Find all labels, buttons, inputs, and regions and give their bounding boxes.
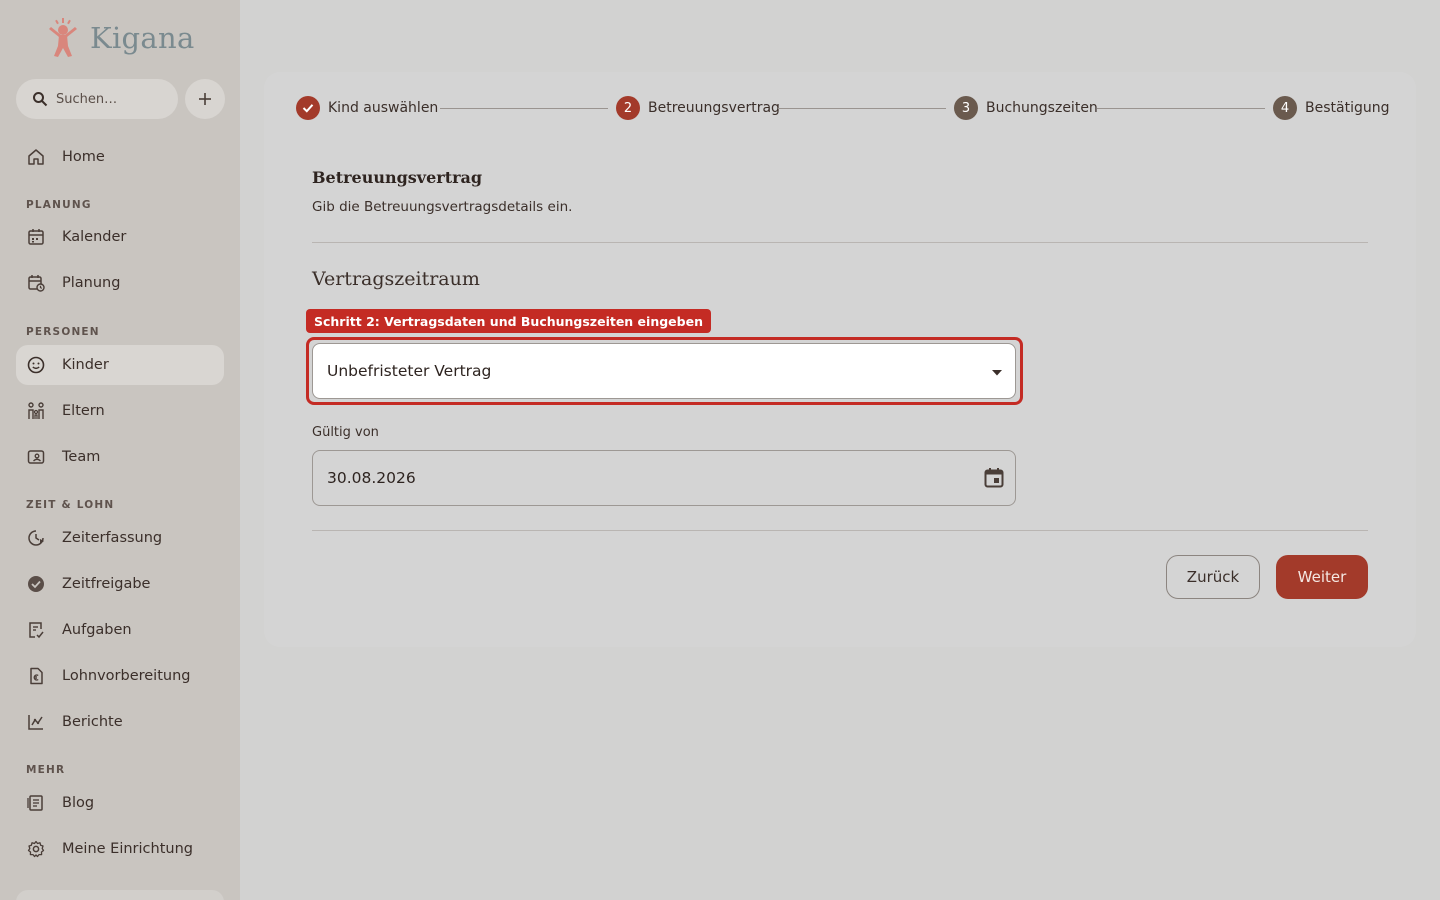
back-button[interactable]: Zurück	[1166, 555, 1260, 599]
sidebar-item-home[interactable]: Home	[16, 137, 224, 177]
search-icon	[33, 92, 48, 107]
next-button[interactable]: Weiter	[1276, 555, 1368, 599]
guide-hint-badge: Schritt 2: Vertragsdaten und Buchungszei…	[306, 309, 711, 333]
contract-wizard-card: Kind auswählen 2 Betreuungsvertrag 3 Buc…	[264, 72, 1416, 647]
sidebar-item-berichte[interactable]: Berichte	[16, 702, 224, 742]
step-label: Buchungszeiten	[986, 100, 1098, 116]
article-icon	[26, 793, 46, 813]
step-number: 2	[616, 96, 640, 120]
valid-from-label: Gültig von	[312, 425, 389, 440]
check-circle-icon	[26, 574, 46, 594]
divider	[312, 242, 1368, 243]
form-title: Betreuungsvertrag	[312, 168, 483, 187]
sidebar-item-kinder[interactable]: Kinder	[16, 345, 224, 385]
sidebar-item-label: Blog	[62, 795, 95, 811]
sidebar-item-label: Kinder	[62, 357, 109, 373]
section-title: Vertragszeitraum	[312, 268, 480, 290]
sidebar-item-label: Aufgaben	[62, 622, 132, 638]
sidebar-item-label: Zeiterfassung	[62, 530, 163, 546]
form-subtitle: Gib die Betreuungsvertragsdetails ein.	[312, 199, 573, 215]
calendar-icon[interactable]	[983, 467, 1005, 489]
divider	[312, 530, 1368, 531]
home-icon	[26, 147, 46, 167]
sidebar-item-planung[interactable]: Planung	[16, 263, 224, 303]
calendar-clock-icon	[26, 273, 46, 293]
step-bestaetigung[interactable]: 4 Bestätigung	[1273, 96, 1389, 120]
sidebar-user-card[interactable]	[16, 890, 224, 900]
family-icon	[26, 401, 46, 421]
valid-from-value: 30.08.2026	[327, 469, 416, 487]
sidebar-item-label: Planung	[62, 275, 121, 291]
search-box[interactable]	[16, 79, 178, 119]
section-label-zeit-lohn: ZEIT & LOHN	[26, 499, 115, 511]
step-label: Kind auswählen	[328, 100, 439, 116]
wizard-stepper: Kind auswählen 2 Betreuungsvertrag 3 Buc…	[296, 96, 1389, 120]
gear-icon	[26, 839, 46, 859]
sidebar-item-eltern[interactable]: Eltern	[16, 391, 224, 431]
sidebar-item-label: Zeitfreigabe	[62, 576, 151, 592]
sidebar-item-label: Eltern	[62, 403, 105, 419]
step-connector	[1097, 108, 1265, 109]
sidebar-item-kalender[interactable]: Kalender	[16, 217, 224, 257]
sidebar-item-label: Home	[62, 149, 105, 165]
sidebar-item-meine-einrichtung[interactable]: Meine Einrichtung	[16, 829, 224, 869]
section-label-mehr: MEHR	[26, 764, 66, 776]
sidebar-item-label: Meine Einrichtung	[62, 841, 193, 857]
step-betreuungsvertrag[interactable]: 2 Betreuungsvertrag	[616, 96, 780, 120]
sidebar-item-zeiterfassung[interactable]: Zeiterfassung	[16, 518, 224, 558]
valid-from-date-field[interactable]: 30.08.2026	[312, 450, 1016, 506]
sidebar-item-blog[interactable]: Blog	[16, 783, 224, 823]
step-connector	[440, 108, 608, 109]
guide-highlight	[306, 337, 1023, 405]
clock-icon	[26, 528, 46, 548]
plus-icon	[199, 93, 211, 105]
id-card-icon	[26, 447, 46, 467]
sidebar-item-lohnvorbereitung[interactable]: Lohnvorbereitung	[16, 656, 224, 696]
sidebar: Kigana Home PLANUNG Kalender Planung PER…	[0, 0, 240, 900]
task-list-icon	[26, 620, 46, 640]
step-number: 4	[1273, 96, 1297, 120]
step-label: Bestätigung	[1305, 100, 1390, 116]
kigana-logo-icon	[49, 18, 77, 57]
app-logo[interactable]: Kigana	[46, 18, 195, 58]
step-kind-auswaehlen[interactable]: Kind auswählen	[296, 96, 438, 120]
sidebar-item-label: Lohnvorbereitung	[62, 668, 191, 684]
sidebar-item-label: Berichte	[62, 714, 123, 730]
step-label: Betreuungsvertrag	[648, 100, 780, 116]
chart-icon	[26, 712, 46, 732]
sidebar-item-label: Kalender	[62, 229, 127, 245]
section-label-planung: PLANUNG	[26, 199, 92, 211]
sidebar-item-zeitfreigabe[interactable]: Zeitfreigabe	[16, 564, 224, 604]
sidebar-item-team[interactable]: Team	[16, 437, 224, 477]
smiley-icon	[26, 355, 46, 375]
step-number: 3	[954, 96, 978, 120]
step-connector	[778, 108, 946, 109]
add-button[interactable]	[185, 79, 225, 119]
calendar-icon	[26, 227, 46, 247]
search-input[interactable]	[56, 91, 168, 107]
section-label-personen: PERSONEN	[26, 326, 100, 338]
check-icon	[296, 96, 320, 120]
sidebar-item-label: Team	[62, 449, 101, 465]
euro-document-icon	[26, 666, 46, 686]
app-name: Kigana	[90, 21, 195, 55]
step-buchungszeiten[interactable]: 3 Buchungszeiten	[954, 96, 1098, 120]
sidebar-item-aufgaben[interactable]: Aufgaben	[16, 610, 224, 650]
